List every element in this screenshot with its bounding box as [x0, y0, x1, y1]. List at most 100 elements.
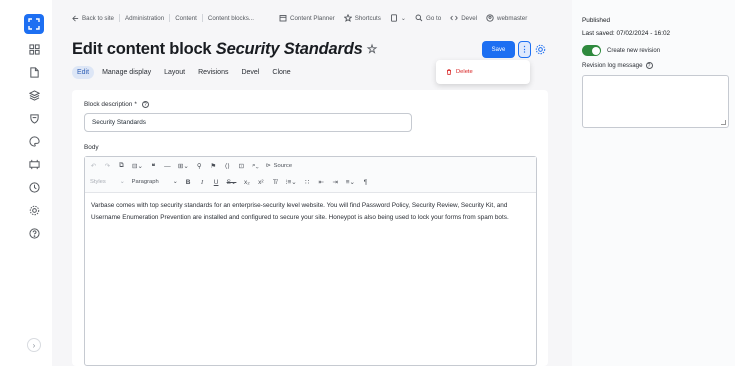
security-shield-icon[interactable] — [25, 109, 43, 127]
people-icon[interactable] — [25, 155, 43, 173]
more-actions-button[interactable]: ⋮ — [518, 41, 531, 58]
star-icon — [343, 14, 352, 22]
page-title-prefix: Edit content block — [72, 40, 216, 58]
revision-log-label-row: Revision log message ? — [582, 62, 653, 69]
editor-toolbar-row-2: Styles ⌄ Paragraph ⌄ B I U S⌄ x₂ x² T̸ ⁝≡⌄… — [90, 177, 369, 187]
link-icon[interactable]: ⚲ — [196, 161, 203, 171]
outdent-icon[interactable]: ⇤ — [318, 177, 325, 187]
content-icon[interactable] — [25, 63, 43, 81]
breadcrumb-divider — [201, 14, 203, 22]
help-icon[interactable] — [25, 224, 43, 242]
rich-text-editor: ↶ ↷ ⧉ ⊟⌄ ❝ — ⊞⌄ ⚲ ⚑ ⟨⟩ ⊡ ⌕⌄ ⊳ Source Sty… — [84, 156, 537, 366]
shortcuts-label: Shortcuts — [354, 14, 381, 22]
config-gear-icon[interactable] — [25, 201, 43, 219]
numbered-list-icon[interactable]: ⁝≡⌄ — [285, 177, 296, 187]
home-logo-icon[interactable] — [24, 14, 44, 34]
editor-body-text[interactable]: Varbase comes with top security standard… — [91, 200, 531, 223]
chevron-down-icon: ⌄ — [119, 179, 125, 185]
undo-icon[interactable]: ↶ — [90, 161, 97, 171]
align-icon[interactable]: ≡⌄ — [346, 177, 355, 187]
content-planner-label: Content Planner — [290, 14, 335, 22]
horizontal-line-icon[interactable]: — — [164, 161, 171, 171]
block-description-input[interactable]: Security Standards — [84, 113, 412, 132]
create-revision-toggle[interactable] — [582, 45, 601, 56]
more-actions-dropdown: Delete — [436, 60, 530, 84]
find-replace-icon[interactable]: ⌕⌄ — [252, 161, 259, 171]
block-description-label: Block description — [84, 101, 133, 108]
breadcrumb-item-content[interactable]: Content — [175, 15, 197, 22]
source-label: Source — [273, 163, 293, 169]
local-tasks-tabs: Edit Manage display Layout Revisions Dev… — [72, 66, 299, 79]
structure-icon[interactable] — [25, 86, 43, 104]
paste-plain-icon[interactable]: ⧉ — [118, 161, 125, 171]
main-content: Back to site Administration Content Cont… — [52, 0, 572, 366]
help-icon[interactable]: ? — [141, 101, 149, 108]
save-button[interactable]: Save — [482, 41, 515, 58]
publish-status: Published — [582, 17, 611, 24]
sidebar-toggle-gear-icon[interactable] — [534, 43, 547, 56]
user-icon — [486, 14, 494, 22]
required-mark: * — [134, 101, 137, 108]
dashboard-icon[interactable] — [25, 40, 43, 58]
source-code-icon: ⊳ — [265, 163, 271, 169]
collapse-rail-chevron-icon[interactable]: › — [27, 338, 41, 352]
breadcrumb-item-content-blocks[interactable]: Content blocks... — [208, 15, 254, 22]
revision-log-textarea[interactable] — [582, 75, 729, 128]
italic-icon[interactable]: I — [199, 177, 206, 187]
go-to-link[interactable]: Go to — [415, 14, 441, 22]
tab-layout[interactable]: Layout — [159, 66, 190, 79]
superscript-icon[interactable]: x² — [257, 177, 264, 187]
revision-log-label: Revision log message — [582, 62, 643, 69]
redo-icon[interactable]: ↷ — [104, 161, 111, 171]
code-block-icon[interactable]: ⟨⟩ — [224, 161, 231, 171]
heading-select[interactable]: Paragraph ⌄ — [132, 179, 178, 185]
tab-clone[interactable]: Clone — [267, 66, 295, 79]
left-rail: › — [22, 10, 48, 360]
appearance-icon[interactable] — [25, 132, 43, 150]
chevron-down-icon: ⌄ — [172, 179, 178, 185]
indent-icon[interactable]: ⇥ — [332, 177, 339, 187]
code-icon — [450, 15, 458, 21]
reports-icon[interactable] — [25, 178, 43, 196]
favorite-star-icon[interactable]: ☆ — [367, 42, 378, 56]
remove-format-icon[interactable]: T̸ — [271, 177, 278, 187]
table-icon[interactable]: ⊞⌄ — [178, 161, 189, 171]
page-title-entity: Security Standards — [215, 40, 363, 58]
back-arrow-icon — [72, 15, 79, 21]
tab-revisions[interactable]: Revisions — [193, 66, 233, 79]
breadcrumb: Back to site Administration Content Cont… — [72, 14, 254, 22]
insert-media-icon[interactable]: ⊟⌄ — [132, 161, 143, 171]
content-planner-link[interactable]: Content Planner — [279, 14, 335, 22]
tab-manage-display[interactable]: Manage display — [97, 66, 156, 79]
shortcuts-link[interactable]: Shortcuts — [343, 14, 381, 22]
template-icon[interactable]: ⊡ — [238, 161, 245, 171]
trash-icon — [447, 69, 451, 75]
devel-link[interactable]: Devel — [450, 14, 477, 22]
bulleted-list-icon[interactable]: ∷ — [304, 177, 311, 187]
source-button[interactable]: ⊳ Source — [266, 163, 292, 169]
breadcrumb-divider — [169, 14, 171, 22]
underline-icon[interactable]: U — [213, 177, 220, 187]
styles-select[interactable]: Styles ⌄ — [90, 179, 125, 185]
strikethrough-icon[interactable]: S⌄ — [227, 177, 237, 187]
tab-edit[interactable]: Edit — [72, 66, 95, 79]
edit-form-card: Block description * ? Security Standards… — [72, 90, 548, 366]
blockquote-icon[interactable]: ❝ — [150, 161, 157, 171]
create-revision-label: Create new revision — [607, 47, 661, 54]
help-icon[interactable]: ? — [645, 62, 653, 69]
tab-devel[interactable]: Devel — [236, 66, 264, 79]
go-to-label: Go to — [426, 14, 442, 22]
breadcrumb-item-administration[interactable]: Administration — [125, 15, 164, 22]
back-to-site-link[interactable]: Back to site — [72, 15, 114, 22]
search-icon — [415, 14, 423, 22]
page-title: Edit content block Security Standards ☆ — [72, 40, 377, 59]
devel-label: Devel — [461, 14, 478, 22]
anchor-flag-icon[interactable]: ⚑ — [210, 161, 217, 171]
delete-menu-item[interactable]: Delete — [456, 69, 473, 75]
device-preview-button[interactable]: ⌄ — [390, 14, 406, 22]
show-blocks-icon[interactable]: ¶ — [362, 177, 369, 187]
subscript-icon[interactable]: x₂ — [243, 177, 250, 187]
user-menu[interactable]: webmaster — [486, 14, 527, 22]
create-revision-row: Create new revision — [582, 45, 660, 56]
bold-icon[interactable]: B — [185, 177, 192, 187]
